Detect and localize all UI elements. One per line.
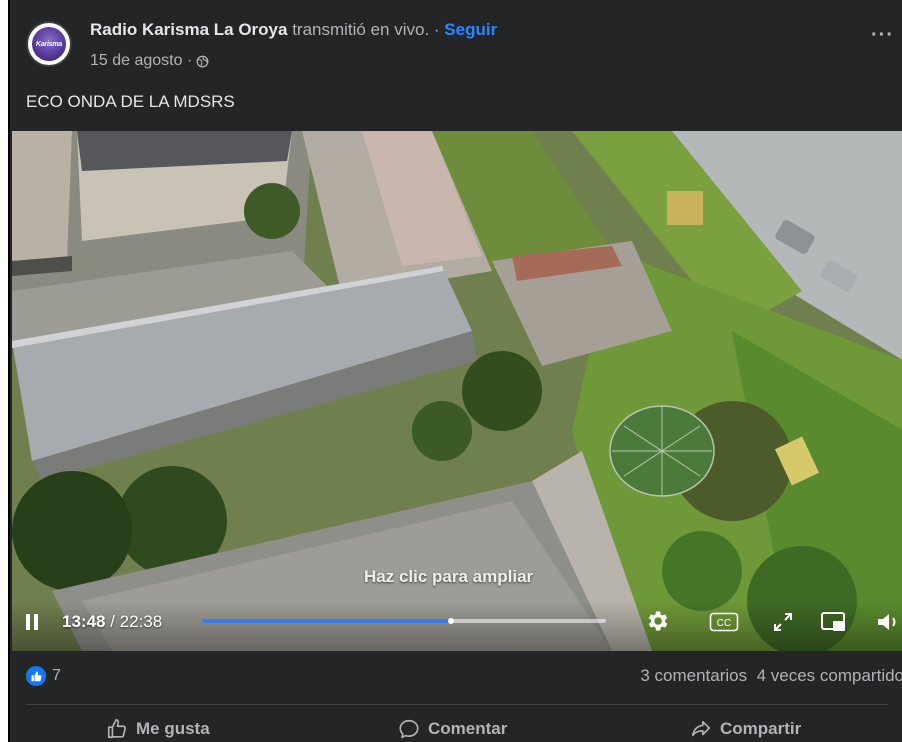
- video-controls: 13:48 / 22:38 CC: [12, 601, 902, 651]
- follow-button[interactable]: Seguir: [444, 20, 497, 39]
- pause-button[interactable]: [24, 614, 42, 634]
- current-time: 13:48: [62, 612, 106, 631]
- comments-count-link[interactable]: 3 comentarios: [640, 666, 747, 685]
- comment-label: Comentar: [428, 719, 508, 738]
- progress-fill: [202, 619, 452, 623]
- time-separator: /: [105, 612, 120, 631]
- time-display: 13:48 / 22:38: [62, 612, 162, 632]
- progress-knob[interactable]: [448, 618, 455, 624]
- share-label: Compartir: [720, 719, 802, 738]
- progress-bar[interactable]: [202, 618, 606, 624]
- divider: [26, 704, 888, 705]
- video-player[interactable]: Haz clic para ampliar 13:48 / 22:38 CC: [12, 131, 902, 651]
- click-to-enlarge-hint[interactable]: Haz clic para ampliar: [364, 567, 533, 587]
- globe-icon: [196, 55, 209, 67]
- volume-icon[interactable]: [876, 611, 902, 633]
- picture-in-picture-icon[interactable]: [820, 610, 848, 634]
- svg-text:CC: CC: [717, 618, 731, 629]
- page-avatar[interactable]: Karisma: [26, 21, 72, 67]
- post-meta: 15 de agosto ·: [90, 52, 209, 70]
- reactions-summary[interactable]: 7: [26, 666, 61, 686]
- total-time: 22:38: [119, 612, 163, 631]
- share-arrow-icon: [691, 720, 711, 737]
- comment-button[interactable]: Comentar: [398, 718, 507, 740]
- more-options-button[interactable]: ···: [871, 24, 894, 47]
- like-reaction-icon: [26, 666, 46, 686]
- share-button[interactable]: Compartir: [690, 718, 801, 740]
- like-label: Me gusta: [136, 719, 210, 738]
- post-text: ECO ONDA DE LA MDSRS: [26, 92, 235, 111]
- thumbs-up-icon: [107, 719, 127, 739]
- post-date[interactable]: 15 de agosto ·: [90, 52, 192, 70]
- pause-icon: [34, 614, 38, 630]
- post-card: Karisma Radio Karisma La Oroya transmiti…: [8, 0, 902, 742]
- page-name-link[interactable]: Radio Karisma La Oroya: [90, 20, 287, 39]
- avatar-logo: Karisma: [32, 27, 66, 61]
- like-count: 7: [52, 667, 61, 684]
- pause-icon: [26, 614, 30, 630]
- settings-gear-icon[interactable]: [644, 608, 670, 634]
- post-action-text: transmitió en vivo. ·: [287, 20, 445, 39]
- fullscreen-expand-icon[interactable]: [772, 611, 794, 633]
- shares-count-link[interactable]: 4 veces compartido: [757, 666, 902, 685]
- comment-bubble-icon: [399, 719, 419, 739]
- like-button[interactable]: Me gusta: [106, 718, 210, 740]
- post-header: Radio Karisma La Oroya transmitió en viv…: [90, 20, 497, 40]
- closed-captions-icon[interactable]: CC: [709, 612, 739, 632]
- engagement-stats: 3 comentarios 4 veces compartido: [640, 666, 902, 686]
